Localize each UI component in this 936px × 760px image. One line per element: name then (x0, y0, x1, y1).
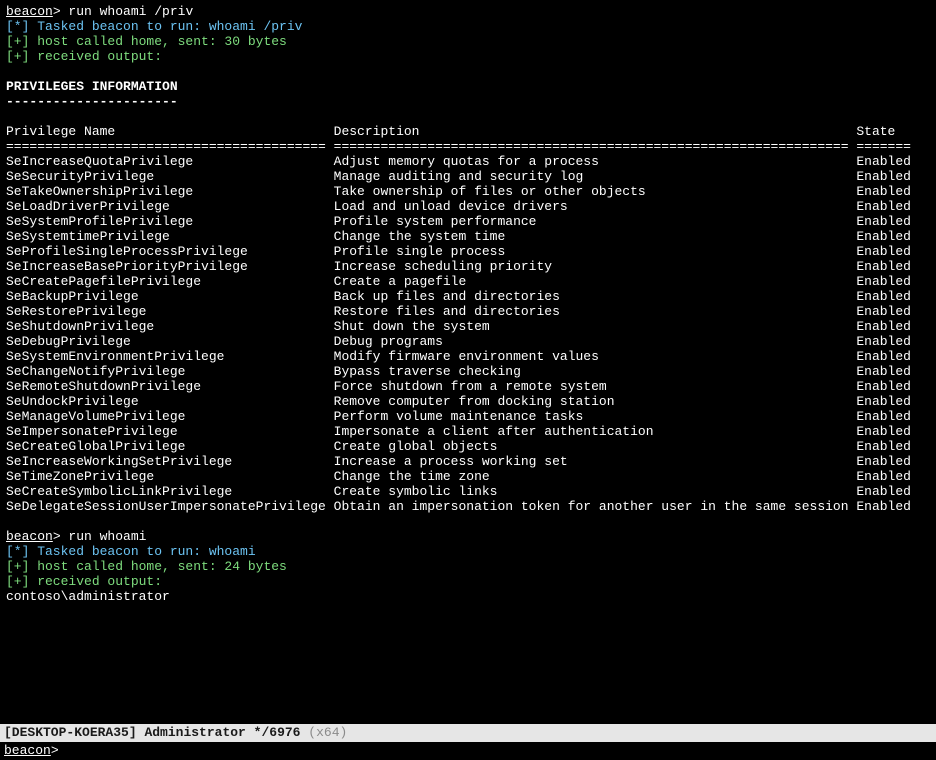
status-bar: [DESKTOP-KOERA35] Administrator */6976 (… (0, 724, 936, 742)
status-arch: (x64) (308, 725, 347, 740)
prompt-label: beacon (4, 743, 51, 758)
status-pid: */6976 (254, 725, 301, 740)
command-input-line[interactable]: beacon> (0, 742, 936, 760)
terminal-output[interactable]: beacon> run whoami /priv [*] Tasked beac… (0, 0, 936, 760)
status-host: [DESKTOP-KOERA35] (4, 725, 137, 740)
prompt-sep: > (51, 743, 59, 758)
status-user: Administrator (144, 725, 245, 740)
